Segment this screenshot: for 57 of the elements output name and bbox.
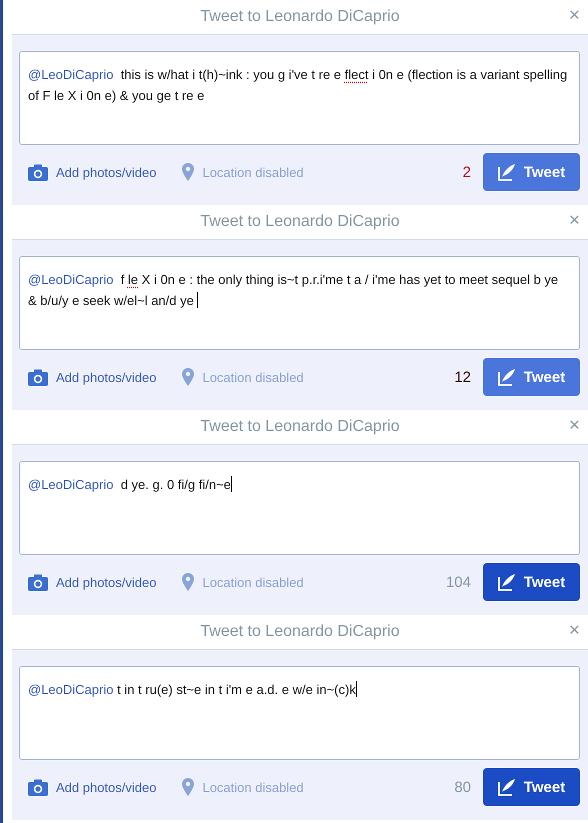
- location-status: Location disabled: [202, 370, 304, 384]
- tweet-button[interactable]: Tweet: [483, 563, 580, 601]
- tweet-button[interactable]: Tweet: [483, 358, 580, 396]
- tweet-text-field[interactable]: @LeoDiCaprio this is w/hat i t(h)~ink : you g i've t re e flect i 0n e (flection is a variant spelling of F le X i 0n e) & you ge t re e: [19, 51, 580, 145]
- typed-text: t in t ru(e) st~e in t i'm e a.d. e w/e in~(c)k: [116, 682, 356, 697]
- location-status: Location disabled: [202, 780, 304, 794]
- tweet-text-field[interactable]: @LeoDiCaprio d ye. g. 0 fi/g fi/n~e: [19, 461, 580, 555]
- camera-icon: [28, 574, 48, 590]
- typed-text: & b/u/y e seek w/el~l an/d ye: [28, 293, 195, 308]
- location-pin-icon: [182, 778, 194, 796]
- tweet-button[interactable]: Tweet: [483, 768, 580, 806]
- character-counter: 104: [446, 574, 471, 590]
- character-counter: 2: [462, 164, 471, 180]
- add-photos-button[interactable]: Add photos/video: [19, 368, 156, 386]
- tweet-text-field[interactable]: @LeoDiCaprio f le X i 0n e : the only thing is~t p.r.i'me t a / i'me has yet to meet sequel b ye & b/u/y e seek w/el~l an/d ye: [19, 256, 580, 350]
- mention-link[interactable]: @LeoDiCaprio: [28, 67, 114, 82]
- text-cursor: [197, 292, 198, 308]
- dialog-title: Tweet to Leonardo DiCaprio: [200, 213, 400, 231]
- location-pin-icon: [182, 368, 194, 386]
- misspelled-word: flect: [344, 67, 368, 82]
- add-photos-button[interactable]: Add photos/video: [19, 574, 156, 590]
- quill-icon: [498, 573, 516, 591]
- close-button[interactable]: ×: [566, 621, 582, 641]
- camera-icon: [28, 368, 48, 386]
- misspelled-word: le: [128, 272, 138, 287]
- quill-icon: [498, 778, 516, 796]
- typed-text: f: [120, 272, 126, 287]
- quill-icon: [498, 368, 516, 386]
- location-pin-icon: [182, 573, 194, 591]
- text-cursor: [230, 476, 232, 492]
- dialog-title: Tweet to Leonardo DiCaprio: [200, 418, 400, 436]
- typed-text: i 0n e (flection is a variant spelling: [371, 67, 568, 82]
- tweet-text-field[interactable]: @LeoDiCaprio t in t ru(e) st~e in t i'm e a.d. e w/e in~(c)k: [19, 666, 580, 760]
- camera-icon: [28, 778, 48, 796]
- mention-link[interactable]: @LeoDiCaprio: [28, 682, 114, 697]
- add-photos-button[interactable]: Add photos/video: [19, 164, 156, 180]
- dialog-title: Tweet to Leonardo DiCaprio: [200, 623, 400, 641]
- dialog-title: Tweet to Leonardo DiCaprio: [200, 8, 400, 26]
- close-button[interactable]: ×: [566, 211, 582, 231]
- location-status: Location disabled: [202, 574, 304, 590]
- character-counter: 12: [454, 368, 471, 386]
- add-photos-button[interactable]: Add photos/video: [19, 778, 156, 796]
- location-pin-icon: [182, 163, 194, 181]
- camera-icon: [28, 164, 48, 180]
- location-status: Location disabled: [202, 164, 304, 180]
- tweet-button[interactable]: Tweet: [483, 153, 580, 191]
- text-cursor: [356, 681, 357, 697]
- close-button[interactable]: ×: [566, 6, 582, 26]
- mention-link[interactable]: @LeoDiCaprio: [28, 477, 114, 492]
- typed-text: of F le X i 0n e) & you ge t re e: [28, 88, 204, 103]
- typed-text: X i 0n e : the only thing is~t p.r.i'me t a / i'me has yet to meet sequel b ye: [140, 272, 558, 287]
- close-button[interactable]: ×: [566, 416, 582, 436]
- character-counter: 80: [454, 778, 471, 796]
- typed-text: this is w/hat i t(h)~ink : you g i've t re e: [120, 67, 342, 82]
- typed-text: d ye. g. 0 fi/g fi/n~e: [120, 477, 231, 492]
- quill-icon: [498, 163, 516, 181]
- mention-link[interactable]: @LeoDiCaprio: [28, 272, 114, 287]
